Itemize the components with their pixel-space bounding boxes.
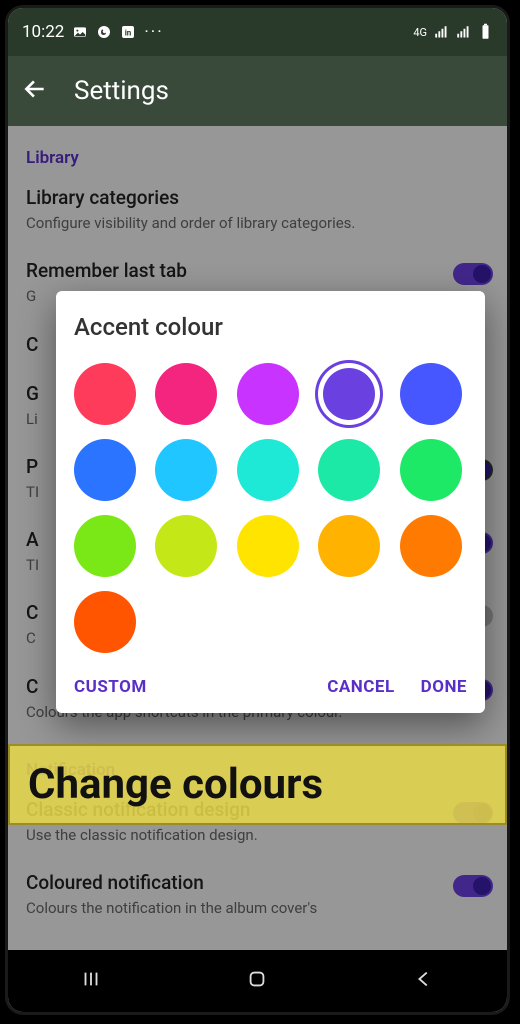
content-area: Library Library categories Configure vis… <box>8 126 507 950</box>
colour-swatch[interactable] <box>400 363 462 425</box>
colour-swatch[interactable] <box>74 515 136 577</box>
more-icon: ··· <box>144 22 163 42</box>
whatsapp-icon <box>96 24 112 40</box>
colour-swatch[interactable] <box>74 591 136 653</box>
banner-text: Change colours <box>28 760 323 809</box>
home-icon[interactable] <box>246 968 268 994</box>
colour-swatch[interactable] <box>237 439 299 501</box>
colour-swatch[interactable] <box>237 515 299 577</box>
image-icon <box>72 24 88 40</box>
colour-swatch[interactable] <box>237 363 299 425</box>
custom-button[interactable]: CUSTOM <box>74 677 147 697</box>
colour-swatch[interactable] <box>318 363 380 425</box>
dialog-title: Accent colour <box>74 313 467 341</box>
colour-swatch[interactable] <box>400 439 462 501</box>
signal-icon-2 <box>455 24 471 40</box>
status-left: 10:22 in ··· <box>22 22 164 42</box>
linkedin-icon: in <box>120 24 136 40</box>
recent-apps-icon[interactable] <box>80 968 102 994</box>
colour-swatch[interactable] <box>155 439 217 501</box>
battery-icon <box>477 24 493 40</box>
colour-swatch[interactable] <box>74 363 136 425</box>
navigation-bar <box>8 950 507 1012</box>
colour-swatch[interactable] <box>155 515 217 577</box>
colour-swatch[interactable] <box>155 363 217 425</box>
back-icon[interactable] <box>22 76 48 106</box>
colour-swatch[interactable] <box>74 439 136 501</box>
colour-swatch[interactable] <box>318 515 380 577</box>
device-frame: 10:22 in ··· 4G <box>5 5 510 1015</box>
cancel-button[interactable]: CANCEL <box>327 677 394 697</box>
status-bar: 10:22 in ··· 4G <box>8 8 507 56</box>
page-title: Settings <box>74 76 169 106</box>
status-right: 4G <box>413 24 493 40</box>
colour-swatch[interactable] <box>400 515 462 577</box>
annotation-banner: Change colours <box>8 744 507 825</box>
colour-swatch[interactable] <box>318 439 380 501</box>
status-time: 10:22 <box>22 22 64 42</box>
svg-text:in: in <box>125 28 132 37</box>
network-type: 4G <box>413 26 427 39</box>
dialog-actions: CUSTOM CANCEL DONE <box>74 677 467 697</box>
swatch-grid <box>74 363 467 653</box>
app-bar: Settings <box>8 56 507 126</box>
accent-colour-dialog: Accent colour CUSTOM CANCEL DONE <box>56 291 485 713</box>
signal-icon <box>433 24 449 40</box>
back-nav-icon[interactable] <box>413 968 435 994</box>
done-button[interactable]: DONE <box>421 677 467 697</box>
